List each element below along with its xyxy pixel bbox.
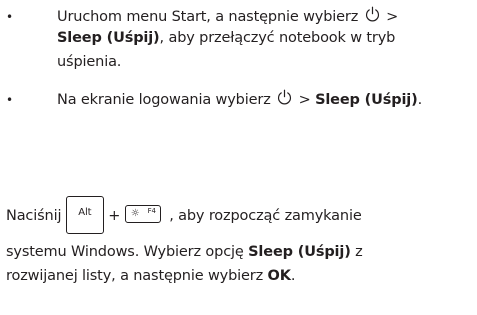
sleep-option-label: Sleep (Uśpij) bbox=[57, 30, 160, 46]
sleep-option-label: Sleep (Uśpij) bbox=[315, 92, 418, 108]
period: . bbox=[290, 268, 296, 284]
shortcut-text-end: z bbox=[355, 244, 363, 260]
bullet-1-line-3: uśpienia. bbox=[57, 54, 122, 70]
arrow-separator: > bbox=[298, 92, 311, 108]
period: . bbox=[417, 92, 423, 108]
shortcut-line-2: systemu Windows. Wybierz opcję Sleep (Uś… bbox=[6, 244, 363, 260]
alt-key: Alt bbox=[65, 196, 104, 234]
ok-option-label: OK bbox=[267, 268, 291, 284]
alt-key-label: Alt bbox=[78, 207, 92, 218]
power-icon bbox=[365, 6, 379, 22]
arrow-separator: > bbox=[386, 9, 399, 25]
shortcut-text: systemu Windows. Wybierz opcję bbox=[6, 244, 244, 260]
bullet-1-line-2: Sleep (Uśpij), aby przełączyć notebook w… bbox=[57, 30, 395, 46]
plus-sign: + bbox=[108, 208, 121, 224]
bullet-marker: • bbox=[6, 93, 13, 107]
bullet-1-text-cont: , aby przełączyć notebook w tryb bbox=[159, 30, 396, 46]
sleep-option-label: Sleep (Uśpij) bbox=[248, 244, 351, 260]
shortcut-prefix: Naciśnij bbox=[6, 208, 62, 224]
shortcut-line-3: rozwijanej listy, a następnie wybierz OK… bbox=[6, 268, 295, 284]
shortcut-suffix: , aby rozpocząć zamykanie bbox=[169, 208, 362, 224]
shortcut-line-1: Naciśnij Alt + ☼ F4 , aby rozpocząć zamy… bbox=[6, 196, 362, 235]
shortcut-text: rozwijanej listy, a następnie wybierz bbox=[6, 268, 264, 284]
bullet-marker: • bbox=[6, 10, 13, 24]
f4-key: ☼ F4 bbox=[124, 205, 161, 223]
bullet-2-line: Na ekranie logowania wybierz > Sleep (Uś… bbox=[57, 89, 422, 108]
bullet-2-text: Na ekranie logowania wybierz bbox=[57, 92, 271, 108]
f4-key-label: F4 bbox=[147, 207, 156, 215]
power-icon bbox=[278, 89, 292, 105]
bullet-1-line-1: Uruchom menu Start, a następnie wybierz … bbox=[57, 6, 398, 25]
brightness-icon: ☼ bbox=[130, 208, 140, 219]
bullet-1-text: Uruchom menu Start, a następnie wybierz bbox=[57, 9, 359, 25]
